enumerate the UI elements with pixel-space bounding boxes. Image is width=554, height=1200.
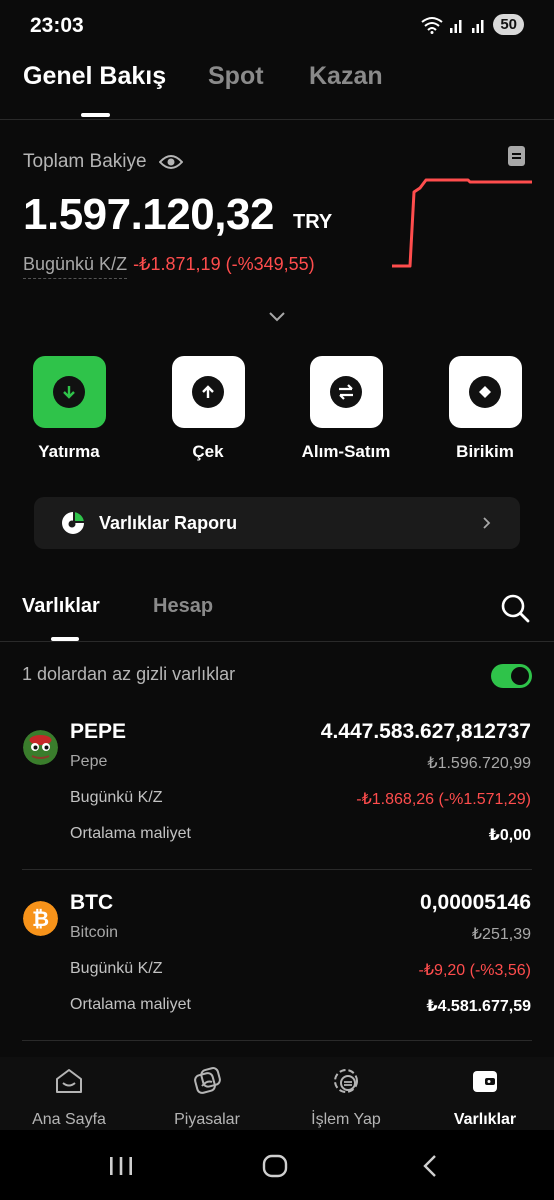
recent-apps-icon[interactable] [108,1155,134,1177]
asset-tabs: Varlıklar Hesap [0,583,554,642]
nav-home-label: Ana Sayfa [32,1111,106,1128]
withdraw-button[interactable]: Çek [148,356,268,462]
battery-indicator: 50 [493,14,524,35]
asset-pnl-label: Bugünkü K/Z [70,789,163,806]
daily-pnl-label[interactable]: Bugünkü K/Z [23,254,128,279]
pie-chart-icon [62,512,84,534]
deposit-tile[interactable] [32,356,106,428]
wifi-icon [421,16,443,34]
divider [22,1040,532,1041]
asset-cost-value: ₺0,00 [488,827,531,844]
asset-symbol: PEPE [70,720,127,743]
balance-sparkline [392,178,532,268]
status-icons: 50 [421,14,524,35]
asset-row-pepe[interactable]: PEPE Pepe 4.447.583.627,812737 ₺1.596.72… [0,710,554,880]
asset-symbol: BTC [70,891,114,914]
sub-tab-indicator [51,637,79,641]
diamond-icon [469,376,501,408]
tab-spot[interactable]: Spot [208,62,264,91]
asset-name: Bitcoin [70,924,119,941]
wallet-icon [473,1071,497,1092]
assets-report-label: Varlıklar Raporu [99,512,238,533]
chevron-right-icon [483,517,491,529]
arrow-up-icon [192,376,224,408]
trade-icon [334,1069,358,1093]
asset-pnl-value: -₺1.868,26 (-%1.571,29) [356,791,531,808]
top-tabs: Genel Bakış Spot Kazan [0,52,554,120]
nav-trade[interactable]: İşlem Yap [277,1057,415,1129]
asset-pnl-value: -₺9,20 (-%3,56) [418,962,531,979]
pepe-logo-icon [23,730,58,765]
nav-markets[interactable]: Piyasalar [138,1057,276,1129]
trade-tile[interactable] [309,356,383,428]
back-icon[interactable] [420,1153,440,1179]
status-bar: 23:03 50 [0,0,554,52]
tab-varliklar[interactable]: Varlıklar [22,595,100,618]
bitcoin-logo-icon: ₿ [23,901,58,936]
balance-label-row: Toplam Bakiye [23,151,183,173]
deposit-label: Yatırma [38,442,100,461]
balance-currency: TRY [293,211,333,233]
eye-icon[interactable] [158,154,183,170]
document-icon[interactable] [506,145,528,167]
hide-small-assets-row: 1 dolardan az gizli varlıklar [22,664,532,690]
markets-icon [194,1067,221,1094]
nav-markets-label: Piyasalar [174,1111,240,1128]
divider [22,869,532,870]
arrow-down-icon [53,376,85,408]
signal-icon [472,19,484,33]
asset-cost-value: ₺4.581.677,59 [426,998,531,1015]
asset-value: ₺251,39 [471,926,531,943]
withdraw-tile[interactable] [171,356,245,428]
asset-name: Pepe [70,753,108,770]
search-icon[interactable] [499,592,531,624]
asset-value: ₺1.596.720,99 [427,755,531,772]
chevron-down-icon[interactable] [266,307,288,325]
savings-tile[interactable] [448,356,522,428]
asset-cost-label: Ortalama maliyet [70,996,191,1013]
home-button-icon[interactable] [262,1154,288,1178]
trade-label: Alım-Satım [301,442,391,461]
tab-genel-bakis[interactable]: Genel Bakış [23,62,166,91]
daily-pnl-row: Bugünkü K/Z -₺1.871,19 (-%349,55) [23,254,315,279]
savings-button[interactable]: Birikim [425,356,545,462]
savings-label: Birikim [456,442,514,461]
nav-assets[interactable]: Varlıklar [416,1057,554,1129]
swap-icon [330,376,362,408]
bottom-nav: Ana Sayfa Piyasalar İşlem Yap Varlıklar [0,1057,554,1130]
tab-hesap[interactable]: Hesap [153,595,213,618]
balance-label: Toplam Bakiye [23,151,147,172]
trade-button[interactable]: Alım-Satım [286,356,406,462]
signal-icon [450,19,462,33]
status-time: 23:03 [30,14,84,37]
nav-assets-label: Varlıklar [453,1111,517,1128]
nav-trade-label: İşlem Yap [311,1111,381,1128]
toggle-knob [511,667,529,685]
hide-small-assets-toggle[interactable] [491,664,532,688]
total-balance: 1.597.120,32 [23,190,274,239]
withdraw-label: Çek [192,442,224,461]
svg-text:₿: ₿ [32,907,49,931]
assets-report-card[interactable]: Varlıklar Raporu [34,497,520,549]
home-icon [56,1069,82,1093]
daily-pnl-value: -₺1.871,19 (-%349,55) [133,254,315,274]
quick-actions: Yatırma Çek Alım-Satım Birikim [0,356,554,466]
tab-kazan[interactable]: Kazan [309,62,383,91]
asset-pnl-label: Bugünkü K/Z [70,960,163,977]
asset-cost-label: Ortalama maliyet [70,825,191,842]
deposit-button[interactable]: Yatırma [9,356,129,462]
asset-row-btc[interactable]: ₿ BTC Bitcoin 0,00005146 ₺251,39 Bugünkü… [0,881,554,1051]
system-nav-bar [0,1130,554,1200]
tab-indicator [81,113,110,117]
hide-small-assets-label: 1 dolardan az gizli varlıklar [22,664,236,684]
nav-home[interactable]: Ana Sayfa [0,1057,138,1129]
asset-amount: 4.447.583.627,812737 [320,720,531,743]
asset-amount: 0,00005146 [420,891,531,914]
